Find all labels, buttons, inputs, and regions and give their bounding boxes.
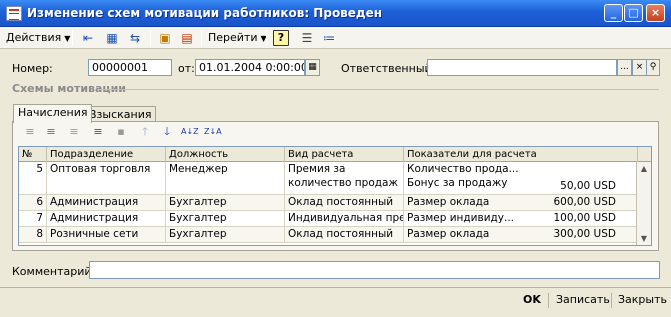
column-header[interactable]: № bbox=[19, 147, 47, 162]
actions-menu[interactable]: Действия ▼ bbox=[6, 31, 70, 44]
table-row[interactable]: 7 Администрация Бухгалтер Индивидуальная… bbox=[19, 211, 637, 227]
toolbar: Действия ▼ ⇤ ▦ ⇆ ▣ ▤ Перейти ▼ ? ☰ ≔ bbox=[0, 27, 671, 49]
row-number: 5 bbox=[19, 162, 47, 194]
document-structure-icon[interactable]: ▦ bbox=[104, 30, 120, 46]
calendar-icon[interactable]: ▦ bbox=[305, 59, 320, 76]
table-row[interactable]: 6 Администрация Бухгалтер Оклад постоянн… bbox=[19, 195, 637, 211]
amount-value: 300,00 USD bbox=[553, 228, 616, 240]
calc-type-line: Премия за bbox=[288, 163, 346, 175]
sort-ascending-icon[interactable]: A↓Z bbox=[181, 125, 199, 139]
amount-value: 100,00 USD bbox=[553, 212, 616, 224]
responsible-field[interactable] bbox=[427, 59, 617, 76]
vertical-scrollbar[interactable]: ▲ ▼ bbox=[636, 162, 651, 245]
delete-row-icon[interactable]: ≡ bbox=[90, 125, 106, 139]
column-header[interactable]: Подразделение bbox=[47, 147, 166, 162]
indicator-line: Размер оклада bbox=[407, 196, 490, 208]
comment-field[interactable] bbox=[89, 261, 660, 279]
scroll-down-icon[interactable]: ▼ bbox=[637, 232, 651, 245]
scroll-up-icon[interactable]: ▲ bbox=[637, 162, 651, 176]
position-cell: Бухгалтер bbox=[166, 227, 285, 242]
goto-menu[interactable]: Перейти ▼ bbox=[208, 31, 267, 44]
indicator-line: Размер оклада bbox=[407, 228, 490, 240]
window-title: Изменение схем мотивации работников: Про… bbox=[27, 6, 383, 20]
row-number: 8 bbox=[19, 227, 47, 242]
select-button[interactable]: ... bbox=[617, 59, 632, 76]
sort-descending-icon[interactable]: Z↓A bbox=[204, 125, 222, 139]
save-button[interactable]: Записать bbox=[556, 293, 610, 306]
close-button[interactable]: Закрыть bbox=[618, 293, 667, 306]
actions-menu-label: Действия bbox=[6, 31, 62, 44]
row-number: 6 bbox=[19, 195, 47, 210]
document-icon bbox=[6, 6, 22, 21]
maximize-button[interactable]: □ bbox=[624, 4, 643, 22]
indicator-cell: Размер индивиду... 100,00 USD bbox=[404, 211, 638, 226]
position-cell: Менеджер bbox=[166, 162, 285, 194]
calc-type-cell: Индивидуальная пре... bbox=[285, 211, 404, 226]
calc-type-cell: Премия за количество продаж bbox=[285, 162, 404, 194]
goto-menu-label: Перейти bbox=[208, 31, 258, 44]
section-divider bbox=[100, 89, 659, 90]
indicator-cell: Размер оклада 300,00 USD bbox=[404, 227, 638, 242]
footer-separator bbox=[611, 293, 612, 308]
position-cell: Бухгалтер bbox=[166, 195, 285, 210]
table-header: № Подразделение Должность Вид расчета По… bbox=[19, 147, 651, 162]
department-cell: Розничные сети bbox=[47, 227, 166, 242]
column-header[interactable]: Показатели для расчета bbox=[404, 147, 638, 162]
copy-row-icon[interactable]: ≡ bbox=[43, 125, 59, 139]
dropdown-arrow-icon: ▼ bbox=[64, 34, 71, 43]
end-edit-icon[interactable]: ▪ bbox=[113, 125, 129, 139]
amount-value: 600,00 USD bbox=[553, 196, 616, 208]
comment-label: Комментарий: bbox=[12, 265, 96, 278]
add-row-icon[interactable]: ≡ bbox=[22, 125, 38, 139]
calc-type-line: количество продаж bbox=[288, 177, 398, 189]
edit-row-icon[interactable]: ≡ bbox=[66, 125, 82, 139]
indicator-line: Количество прода... bbox=[407, 163, 519, 175]
calc-type-cell: Оклад постоянный bbox=[285, 195, 404, 210]
indicator-cell: Количество прода... Бонус за продажу 50,… bbox=[404, 162, 638, 194]
move-up-icon[interactable]: 🡑 bbox=[137, 125, 153, 139]
help-icon[interactable]: ? bbox=[273, 30, 289, 46]
unpost-document-icon[interactable]: ▤ bbox=[179, 30, 195, 46]
list-view-icon[interactable]: ☰ bbox=[299, 30, 315, 46]
clear-icon[interactable]: × bbox=[632, 59, 647, 76]
indicator-line: Размер индивиду... bbox=[407, 212, 515, 224]
refresh-icon[interactable]: ⇆ bbox=[127, 30, 143, 46]
table-row[interactable]: 5 Оптовая торговля Менеджер Премия за ко… bbox=[19, 162, 637, 195]
department-cell: Оптовая торговля bbox=[47, 162, 166, 194]
column-header[interactable]: Вид расчета bbox=[285, 147, 404, 162]
toolbar-separator bbox=[201, 30, 202, 46]
tab-accruals[interactable]: Начисления bbox=[13, 104, 93, 123]
search-icon[interactable]: ⚲ bbox=[646, 59, 660, 76]
close-window-button[interactable]: × bbox=[646, 4, 665, 22]
amount-value: 50,00 USD bbox=[560, 180, 616, 192]
toolbar-separator bbox=[266, 30, 267, 46]
post-document-icon[interactable]: ▣ bbox=[157, 30, 173, 46]
toolbar-separator bbox=[150, 30, 151, 46]
calc-type-cell: Оклад постоянный bbox=[285, 227, 404, 242]
footer-separator bbox=[548, 293, 549, 308]
responsible-label: Ответственный: bbox=[341, 62, 436, 75]
department-cell: Администрация bbox=[47, 195, 166, 210]
number-field[interactable]: 00000001 bbox=[88, 59, 172, 76]
date-label: от: bbox=[178, 62, 195, 75]
toolbar-separator bbox=[72, 30, 73, 46]
column-header[interactable]: Должность bbox=[166, 147, 285, 162]
minimize-button[interactable]: _ bbox=[604, 4, 623, 22]
go-first-icon[interactable]: ⇤ bbox=[80, 30, 96, 46]
position-cell: Бухгалтер bbox=[166, 211, 285, 226]
footer-divider bbox=[0, 287, 671, 288]
title-bar[interactable]: Изменение схем мотивации работников: Про… bbox=[0, 0, 671, 27]
date-field[interactable]: 01.01.2004 0:00:00 bbox=[195, 59, 305, 76]
number-label: Номер: bbox=[12, 62, 53, 75]
motivation-table[interactable]: № Подразделение Должность Вид расчета По… bbox=[18, 146, 652, 246]
row-number: 7 bbox=[19, 211, 47, 226]
department-cell: Администрация bbox=[47, 211, 166, 226]
ok-button[interactable]: OK bbox=[523, 293, 541, 306]
settings-list-icon[interactable]: ≔ bbox=[321, 30, 337, 46]
table-row[interactable]: 8 Розничные сети Бухгалтер Оклад постоян… bbox=[19, 227, 637, 243]
move-down-icon[interactable]: 🡓 bbox=[159, 125, 175, 139]
indicator-cell: Размер оклада 600,00 USD bbox=[404, 195, 638, 210]
